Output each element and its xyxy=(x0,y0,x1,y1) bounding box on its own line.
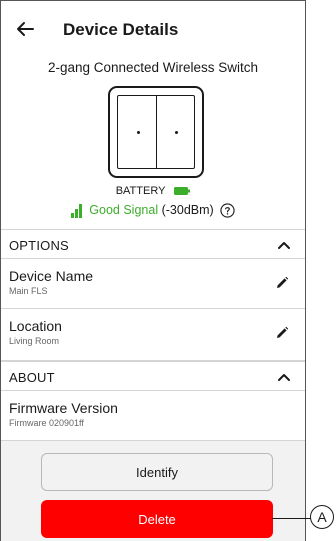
back-arrow-icon[interactable] xyxy=(13,17,37,41)
callout-marker: A xyxy=(310,505,334,529)
firmware-value: Firmware 020901ff xyxy=(9,418,84,428)
device-name-row[interactable]: Device Name Main FLS xyxy=(1,259,305,309)
pencil-icon[interactable] xyxy=(275,276,289,290)
switch-led-left xyxy=(137,130,140,134)
options-section-header[interactable]: OPTIONS xyxy=(1,229,305,259)
delete-button[interactable]: Delete xyxy=(41,500,273,538)
switch-device-icon xyxy=(108,86,204,178)
chevron-up-icon[interactable] xyxy=(277,238,291,252)
switch-led-right xyxy=(175,130,178,134)
callout-leader-line xyxy=(272,518,312,519)
location-row[interactable]: Location Living Room xyxy=(1,309,305,361)
phone-screen: Device Details 2-gang Connected Wireless… xyxy=(0,0,306,541)
switch-divider xyxy=(156,96,157,168)
firmware-row: Firmware Version Firmware 020901ff xyxy=(1,391,305,441)
battery-icon xyxy=(174,187,191,196)
app-header: Device Details xyxy=(1,1,305,63)
device-name-value: Main FLS xyxy=(9,286,48,296)
firmware-title: Firmware Version xyxy=(9,400,118,416)
battery-label: BATTERY xyxy=(115,185,166,197)
page-title: Device Details xyxy=(63,20,179,39)
device-name-title: Device Name xyxy=(9,268,94,284)
pencil-icon[interactable] xyxy=(275,326,289,340)
identify-button[interactable]: Identify xyxy=(41,453,273,491)
device-model-name: 2-gang Connected Wireless Switch xyxy=(47,60,259,75)
signal-strength: (-30dBm) xyxy=(161,203,214,217)
about-section-label: ABOUT xyxy=(9,370,55,385)
options-section-label: OPTIONS xyxy=(9,238,69,253)
signal-status: Good Signal (-30dBm) xyxy=(1,203,305,219)
help-icon[interactable] xyxy=(220,203,235,218)
signal-bars-icon xyxy=(70,204,82,219)
location-value: Living Room xyxy=(9,336,60,346)
location-title: Location xyxy=(9,318,62,334)
battery-status: BATTERY xyxy=(1,185,305,197)
signal-quality: Good Signal xyxy=(89,203,159,217)
device-summary: Device Details 2-gang Connected Wireless… xyxy=(1,1,305,230)
switch-faceplate xyxy=(117,95,195,169)
chevron-up-icon[interactable] xyxy=(277,370,291,384)
about-section-header[interactable]: ABOUT xyxy=(1,361,305,391)
